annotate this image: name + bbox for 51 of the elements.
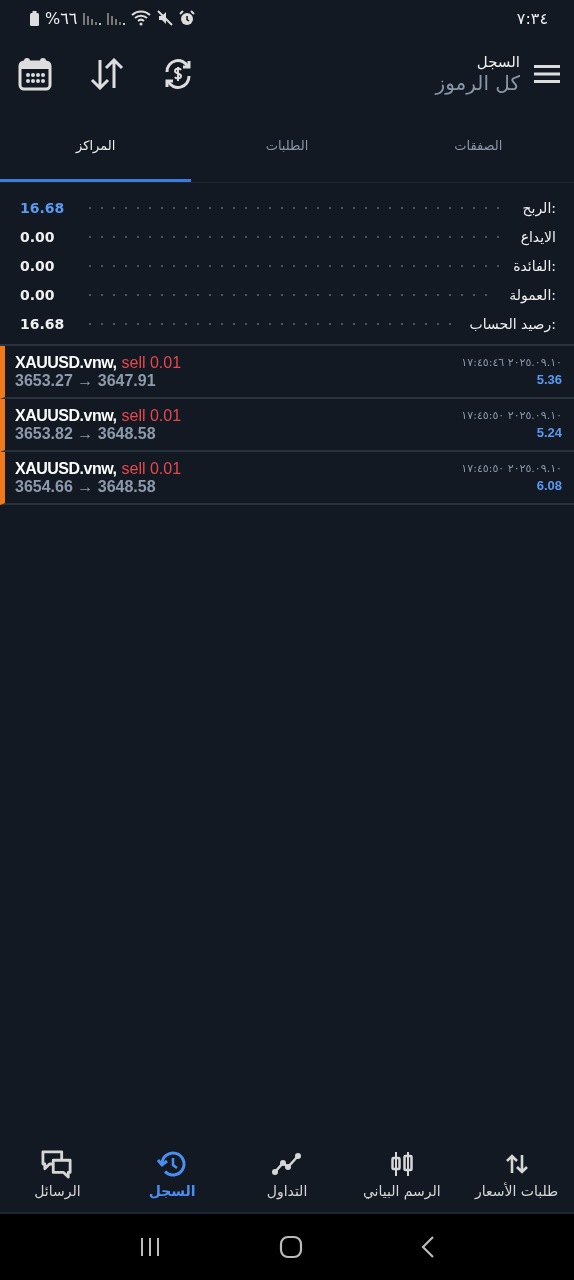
back-icon[interactable] — [421, 1235, 435, 1259]
tab[interactable]: الصفقات — [382, 112, 574, 182]
summary-label: العمولة: — [509, 286, 556, 303]
profit-value: 5.36 — [536, 372, 562, 387]
price-text: 3653.82 → 3648.58 — [15, 424, 157, 443]
mute-icon — [157, 10, 174, 26]
signal-icon — [83, 11, 102, 25]
summary-label: رصيد الحساب: — [469, 315, 556, 332]
nav-item[interactable]: طلبات الأسعار — [459, 1136, 574, 1212]
nav-item[interactable]: السجل — [114, 1136, 230, 1212]
summary-value: 16.68 — [20, 315, 66, 332]
symbol-filter[interactable]: كل الرموز — [435, 71, 520, 95]
price-text: 3653.27 → 3647.91 — [15, 371, 157, 390]
order-text: sell 0.01 — [121, 406, 182, 425]
tab[interactable]: المراكز — [0, 112, 192, 182]
summary-label: الايداع — [520, 228, 556, 245]
symbol-text: XAUUSD.vnw, — [15, 406, 117, 425]
nav-item[interactable]: الرسائل — [0, 1136, 115, 1212]
order-text: sell 0.01 — [121, 459, 182, 478]
timestamp: ٢٠٢٥.٠٩.١٠ ١٧:٤٥:٥٠ — [461, 462, 562, 475]
summary-value: 0.00 — [20, 286, 56, 303]
menu-icon[interactable] — [534, 64, 560, 84]
calendar-icon[interactable] — [18, 57, 52, 91]
symbol-text: XAUUSD.vnw, — [15, 459, 117, 478]
battery-icon — [30, 10, 39, 26]
signal-icon — [107, 11, 126, 25]
alarm-icon — [179, 10, 196, 26]
profit-value: 6.08 — [536, 478, 562, 493]
timestamp: ٢٠٢٥.٠٩.١٠ ١٧:٤٥:٥٠ — [461, 409, 562, 422]
home-icon[interactable] — [279, 1235, 303, 1259]
summary-value: 16.68 — [20, 199, 66, 216]
screen-title: السجل — [476, 53, 520, 71]
summary-value: 0.00 — [20, 257, 56, 274]
recent-apps-icon[interactable] — [139, 1237, 161, 1257]
summary-label: الفائدة: — [513, 257, 556, 274]
wifi-icon — [131, 10, 152, 26]
order-text: sell 0.01 — [121, 353, 182, 372]
symbol-text: XAUUSD.vnw, — [15, 353, 117, 372]
history-icon — [157, 1149, 188, 1179]
profit-value: 5.24 — [536, 425, 562, 440]
candlestick-icon — [389, 1149, 414, 1179]
battery-percent: %٦٦ — [45, 8, 78, 28]
price-text: 3654.66 → 3648.58 — [15, 477, 157, 496]
timestamp: ٢٠٢٥.٠٩.١٠ ١٧:٤٥:٤٦ — [461, 356, 562, 369]
summary-label: الربح: — [522, 199, 556, 216]
clock: ٧:٣٤ — [516, 8, 548, 28]
summary-value: 0.00 — [20, 228, 56, 245]
sort-icon[interactable] — [90, 58, 124, 90]
nav-item[interactable]: الرسم البياني — [344, 1136, 460, 1212]
nav-item[interactable]: التداول — [229, 1136, 345, 1212]
tab[interactable]: الطلبات — [191, 112, 383, 182]
